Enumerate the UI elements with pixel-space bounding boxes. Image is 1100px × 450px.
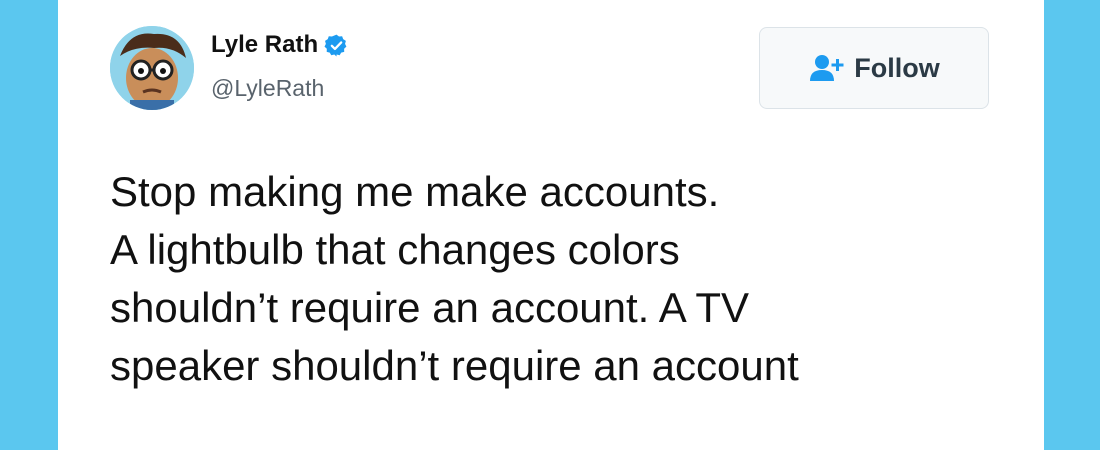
tweet-card: Lyle Rath @LyleRath Follow Stop making m… — [58, 0, 1044, 450]
author-name-row: Lyle Rath — [211, 30, 349, 60]
tweet-text: Stop making me make accounts. A lightbul… — [110, 163, 1010, 395]
add-user-icon — [808, 53, 846, 83]
follow-button[interactable]: Follow — [759, 27, 989, 109]
author-handle[interactable]: @LyleRath — [211, 73, 324, 103]
cartoon-avatar-icon — [110, 26, 194, 110]
tweet-text-line: A lightbulb that changes colors — [110, 226, 680, 273]
tweet-text-line: speaker shouldn’t require an account — [110, 342, 799, 389]
author-avatar[interactable] — [110, 26, 194, 110]
author-display-name[interactable]: Lyle Rath — [211, 30, 318, 60]
tweet-text-line: shouldn’t require an account. A TV — [110, 284, 749, 331]
follow-button-label: Follow — [854, 52, 940, 83]
verified-badge-icon — [324, 33, 349, 58]
tweet-text-line: Stop making me make accounts. — [110, 168, 720, 215]
